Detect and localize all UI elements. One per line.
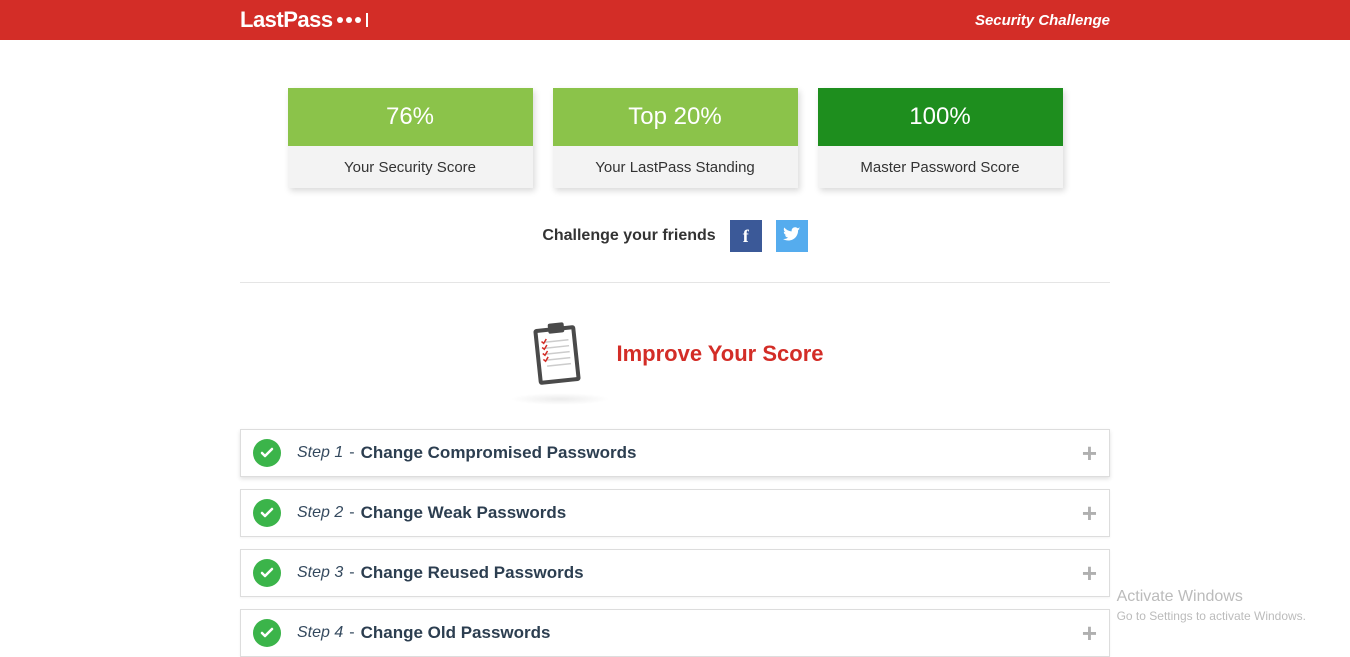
improve-section: Improve Your Score: [240, 319, 1110, 405]
master-password-value: 100%: [818, 88, 1063, 146]
step-title: Change Compromised Passwords: [361, 443, 637, 463]
shadow-decoration: [510, 393, 610, 405]
step-reused[interactable]: Step 3 - Change Reused Passwords +: [240, 549, 1110, 597]
facebook-icon: f: [743, 226, 749, 247]
expand-icon: +: [1082, 618, 1097, 649]
step-number: Step 1: [297, 444, 343, 462]
check-icon: [253, 619, 281, 647]
brand-text: LastPass: [240, 7, 333, 33]
step-number: Step 4: [297, 624, 343, 642]
security-score-card: 76% Your Security Score: [288, 88, 533, 188]
windows-activation-watermark: Activate Windows Go to Settings to activ…: [1117, 586, 1306, 625]
main-content: 76% Your Security Score Top 20% Your Las…: [240, 40, 1110, 657]
twitter-share-button[interactable]: [776, 220, 808, 252]
watermark-line2: Go to Settings to activate Windows.: [1117, 608, 1306, 625]
step-title: Change Weak Passwords: [361, 503, 567, 523]
security-score-label: Your Security Score: [288, 146, 533, 188]
step-title: Change Reused Passwords: [361, 563, 584, 583]
master-password-label: Master Password Score: [818, 146, 1063, 188]
steps-list: Step 1 - Change Compromised Passwords + …: [240, 429, 1110, 657]
score-cards: 76% Your Security Score Top 20% Your Las…: [240, 88, 1110, 188]
brand-logo: LastPass: [240, 7, 368, 33]
security-score-value: 76%: [288, 88, 533, 146]
challenge-text: Challenge your friends: [542, 227, 715, 245]
improve-title: Improve Your Score: [616, 341, 823, 367]
step-number: Step 2: [297, 504, 343, 522]
step-title: Change Old Passwords: [361, 623, 551, 643]
header-bar: LastPass Security Challenge: [0, 0, 1350, 40]
step-compromised[interactable]: Step 1 - Change Compromised Passwords +: [240, 429, 1110, 477]
standing-card: Top 20% Your LastPass Standing: [553, 88, 798, 188]
twitter-icon: [783, 225, 801, 248]
watermark-line1: Activate Windows: [1117, 586, 1306, 608]
expand-icon: +: [1082, 558, 1097, 589]
step-old[interactable]: Step 4 - Change Old Passwords +: [240, 609, 1110, 657]
master-password-card: 100% Master Password Score: [818, 88, 1063, 188]
challenge-friends-row: Challenge your friends f: [240, 220, 1110, 283]
check-icon: [253, 499, 281, 527]
brand-dots-icon: [337, 13, 368, 27]
standing-label: Your LastPass Standing: [553, 146, 798, 188]
step-weak[interactable]: Step 2 - Change Weak Passwords +: [240, 489, 1110, 537]
standing-value: Top 20%: [553, 88, 798, 146]
facebook-share-button[interactable]: f: [730, 220, 762, 252]
check-icon: [253, 559, 281, 587]
expand-icon: +: [1082, 498, 1097, 529]
check-icon: [253, 439, 281, 467]
expand-icon: +: [1082, 438, 1097, 469]
page-title: Security Challenge: [975, 12, 1110, 29]
step-number: Step 3: [297, 564, 343, 582]
clipboard-icon: [526, 319, 586, 389]
